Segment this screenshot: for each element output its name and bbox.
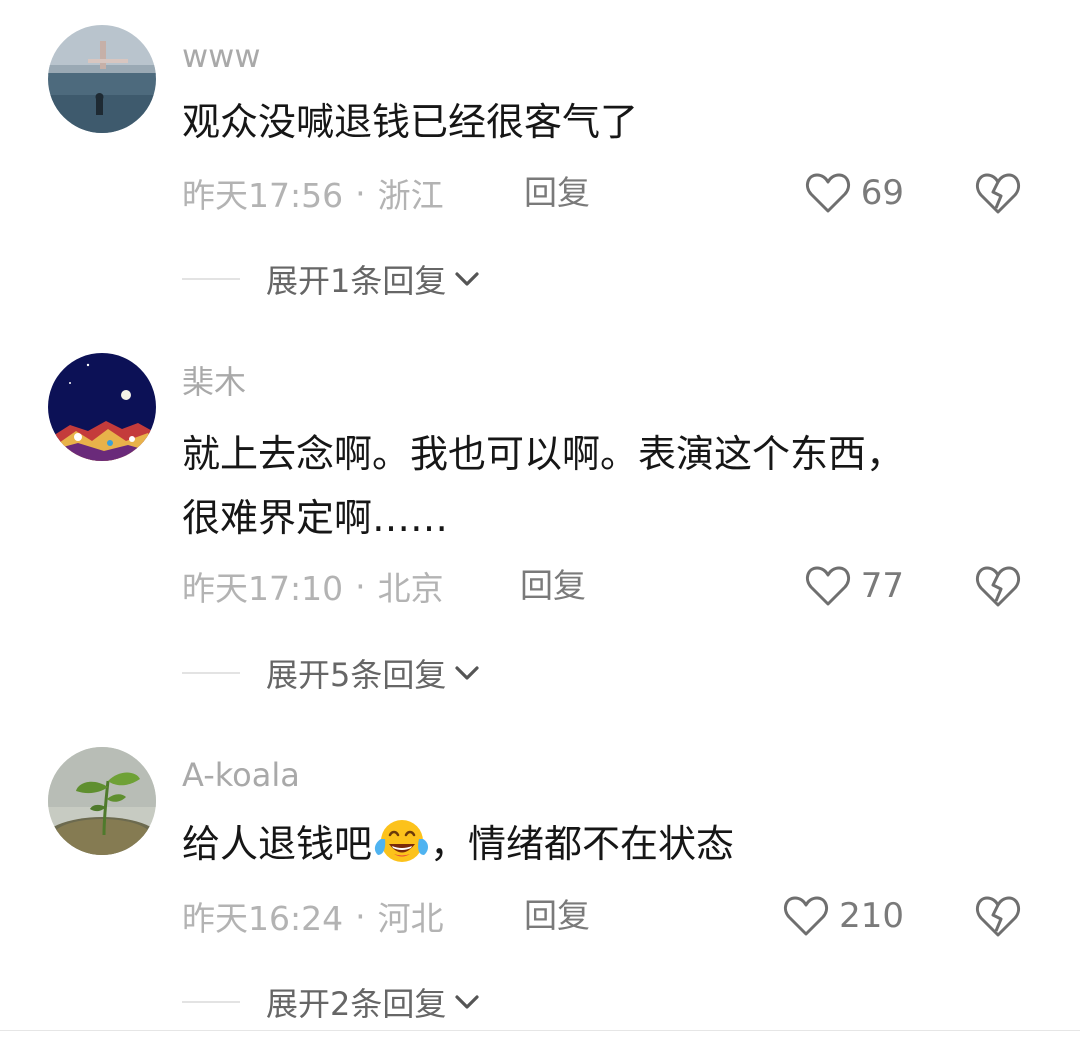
expand-replies-button[interactable]: 展开2条回复 bbox=[182, 980, 482, 1024]
avatar-seascape-image bbox=[48, 25, 156, 133]
comment-meta: 昨天16:24 · 河北 bbox=[182, 893, 444, 939]
meta-separator: · bbox=[355, 173, 366, 213]
chevron-down-icon bbox=[455, 995, 479, 1009]
broken-heart-icon bbox=[975, 566, 1021, 607]
chevron-down-icon bbox=[455, 272, 479, 286]
comment-text-line: 很难界定啊…… bbox=[182, 496, 449, 540]
comment-text: 就上去念啊。我也可以啊。表演这个东西， 很难界定啊…… bbox=[182, 422, 1042, 550]
comment-text-line: 就上去念啊。我也可以啊。表演这个东西， bbox=[182, 432, 905, 476]
comment-location: 浙江 bbox=[377, 176, 444, 215]
reply-button[interactable]: 回复 bbox=[524, 170, 590, 216]
username[interactable]: www bbox=[182, 36, 261, 76]
expand-divider bbox=[182, 672, 240, 674]
comment-time: 昨天16:24 bbox=[182, 899, 344, 938]
expand-divider bbox=[182, 278, 240, 280]
avatar[interactable] bbox=[48, 747, 156, 855]
expand-replies-button[interactable]: 展开5条回复 bbox=[182, 651, 482, 695]
comment-text: 观众没喊退钱已经很客气了 bbox=[182, 90, 1042, 154]
bottom-divider bbox=[0, 1030, 1080, 1031]
reply-button[interactable]: 回复 bbox=[520, 563, 586, 609]
comment-meta: 昨天17:10 · 北京 bbox=[182, 563, 444, 609]
comment-location: 北京 bbox=[377, 569, 444, 608]
expand-replies-label: 展开1条回复 bbox=[266, 262, 447, 300]
dislike-button[interactable] bbox=[974, 563, 1022, 609]
username[interactable]: 棐木 bbox=[182, 362, 246, 402]
like-button[interactable]: 77 bbox=[805, 563, 904, 609]
like-button[interactable]: 69 bbox=[805, 170, 904, 216]
expand-divider bbox=[182, 1001, 240, 1003]
expand-replies-label: 展开5条回复 bbox=[266, 656, 447, 694]
comment-text-line: 给人退钱吧 ，情绪都不在状态 bbox=[182, 812, 1042, 876]
chevron-down-icon bbox=[455, 666, 479, 680]
expand-replies-label: 展开2条回复 bbox=[266, 985, 447, 1023]
like-count: 210 bbox=[839, 896, 904, 936]
comment-location: 河北 bbox=[377, 899, 444, 938]
heart-outline-icon bbox=[805, 173, 850, 213]
comment-text-segment: 给人退钱吧 bbox=[182, 822, 373, 866]
reply-button[interactable]: 回复 bbox=[524, 893, 590, 939]
avatar[interactable] bbox=[48, 353, 156, 461]
dislike-button[interactable] bbox=[974, 893, 1022, 939]
meta-separator: · bbox=[355, 566, 366, 606]
heart-outline-icon bbox=[784, 896, 829, 936]
avatar-seedling-image bbox=[48, 747, 156, 855]
username[interactable]: A-koala bbox=[182, 755, 300, 795]
comment-text-line: 观众没喊退钱已经很客气了 bbox=[182, 100, 639, 144]
broken-heart-icon bbox=[975, 896, 1021, 937]
meta-separator: · bbox=[355, 896, 366, 936]
comment-text-segment: ，情绪都不在状态 bbox=[430, 822, 735, 866]
avatar-night-sky-image bbox=[48, 353, 156, 461]
comment-time: 昨天17:56 bbox=[182, 176, 344, 215]
expand-replies-button[interactable]: 展开1条回复 bbox=[182, 257, 482, 301]
comment-time: 昨天17:10 bbox=[182, 569, 344, 608]
like-count: 77 bbox=[860, 566, 904, 606]
comment-meta: 昨天17:56 · 浙江 bbox=[182, 170, 444, 216]
like-button[interactable]: 210 bbox=[783, 893, 904, 939]
heart-outline-icon bbox=[805, 566, 850, 606]
like-count: 69 bbox=[860, 173, 904, 213]
avatar[interactable] bbox=[48, 25, 156, 133]
broken-heart-icon bbox=[975, 173, 1021, 214]
face-with-tears-of-joy-emoji bbox=[374, 820, 429, 862]
dislike-button[interactable] bbox=[974, 170, 1022, 216]
comment-text: 给人退钱吧 ，情绪都不在状态 bbox=[182, 812, 1042, 876]
